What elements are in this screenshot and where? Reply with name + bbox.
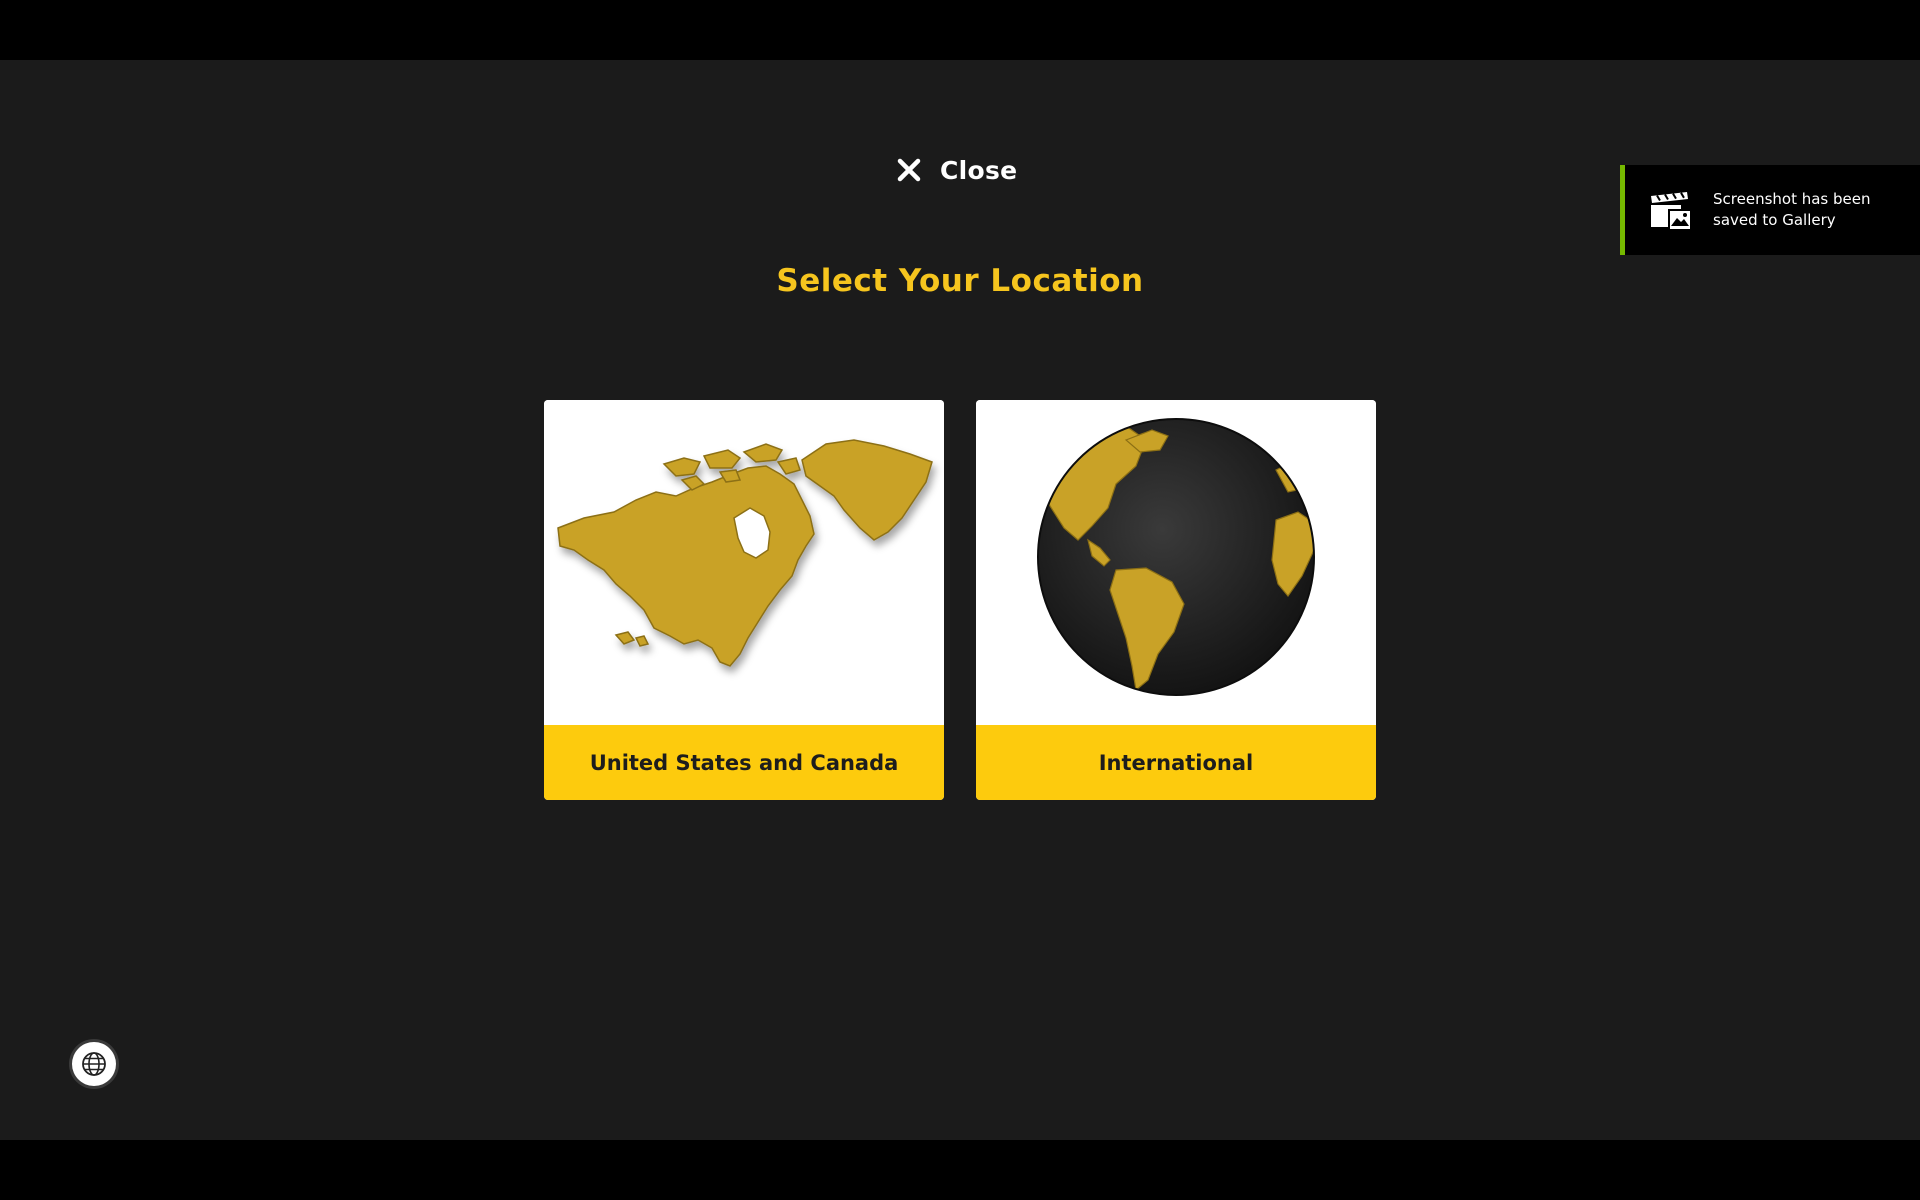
- bottom-letterbox-bar: [0, 1140, 1920, 1200]
- top-letterbox-bar: [0, 0, 1920, 60]
- option-label: International: [976, 725, 1376, 800]
- screenshot-notification: Screenshot has been saved to Gallery: [1620, 165, 1920, 255]
- option-label: United States and Canada: [544, 725, 944, 800]
- close-label: Close: [940, 155, 1018, 185]
- close-button[interactable]: Close: [896, 150, 1017, 190]
- gallery-clapperboard-icon: [1647, 188, 1693, 232]
- notification-message: Screenshot has been saved to Gallery: [1713, 190, 1871, 229]
- globe-icon: [976, 400, 1376, 725]
- page-title: Select Your Location: [776, 263, 1144, 299]
- north-america-map-icon: [544, 400, 944, 725]
- close-icon: [896, 157, 922, 183]
- location-option-international[interactable]: International: [976, 400, 1376, 800]
- globe-language-icon: [80, 1050, 108, 1078]
- location-option-us-canada[interactable]: United States and Canada: [544, 400, 944, 800]
- language-button[interactable]: [72, 1042, 116, 1086]
